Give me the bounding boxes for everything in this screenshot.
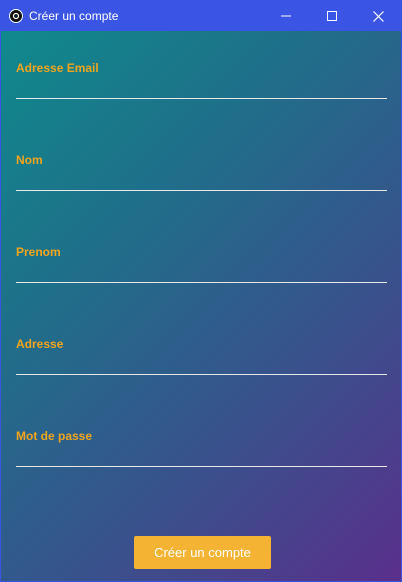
password-field[interactable] [16, 447, 387, 467]
first-name-field-group: Prenom [16, 245, 387, 295]
password-field-group: Mot de passe [16, 429, 387, 479]
minimize-button[interactable] [263, 1, 309, 31]
email-label: Adresse Email [16, 61, 99, 75]
app-logo-icon [9, 9, 23, 23]
first-name-label: Prenom [16, 245, 61, 259]
create-account-window: Créer un compte Adresse Email Nom Prenom… [0, 0, 402, 582]
title-bar[interactable]: Créer un compte [1, 1, 401, 31]
create-account-button[interactable]: Créer un compte [134, 536, 271, 569]
minimize-icon [281, 15, 291, 17]
address-field-group: Adresse [16, 337, 387, 387]
last-name-field-group: Nom [16, 153, 387, 203]
password-label: Mot de passe [16, 429, 93, 443]
email-field[interactable] [16, 79, 387, 99]
close-icon [372, 10, 384, 22]
email-field-group: Adresse Email [16, 61, 387, 111]
signup-form: Adresse Email Nom Prenom Adresse Mot de … [1, 31, 401, 581]
last-name-field[interactable] [16, 171, 387, 191]
last-name-label: Nom [16, 153, 43, 167]
first-name-field[interactable] [16, 263, 387, 283]
address-label: Adresse [16, 337, 64, 351]
maximize-button[interactable] [309, 1, 355, 31]
window-title: Créer un compte [29, 9, 119, 23]
address-field[interactable] [16, 355, 387, 375]
maximize-icon [327, 11, 337, 21]
close-button[interactable] [355, 1, 401, 31]
